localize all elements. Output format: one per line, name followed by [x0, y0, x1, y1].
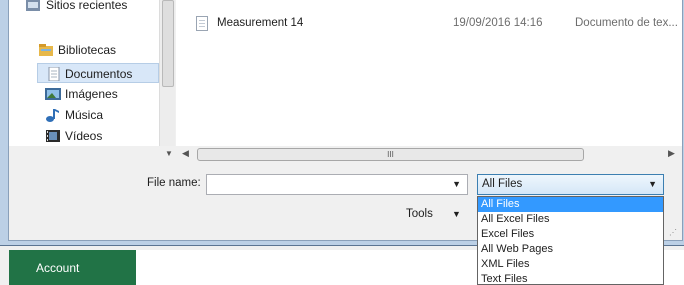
scroll-right-arrow[interactable]: ▶	[668, 148, 675, 159]
nav-item-label: Imágenes	[65, 87, 118, 101]
nav-scroll-thumb[interactable]	[162, 0, 174, 87]
filter-option[interactable]: Text Files	[478, 272, 663, 284]
navigation-pane: Sitios recientes Bibliotecas Documentos …	[9, 0, 159, 146]
nav-item-recent-places[interactable]: Sitios recientes	[19, 0, 159, 15]
libraries-icon	[39, 44, 53, 56]
pictures-icon	[45, 88, 61, 100]
text-document-icon	[196, 16, 208, 31]
nav-vertical-scrollbar[interactable]	[159, 0, 175, 146]
resize-grip-icon[interactable]: ⋰	[669, 228, 677, 237]
file-type: Documento de tex...	[575, 17, 678, 29]
account-menu-item[interactable]: Account	[36, 261, 79, 275]
file-name-label: File name:	[147, 177, 201, 189]
recent-places-icon	[26, 0, 40, 11]
filter-option[interactable]: All Files	[478, 197, 663, 212]
tools-button[interactable]: Tools	[406, 208, 433, 220]
file-list-horizontal-scrollbar[interactable]: ◀ III ▶	[176, 146, 682, 163]
file-date: 19/09/2016 14:16	[453, 17, 543, 29]
nav-item-label: Bibliotecas	[58, 43, 117, 57]
nav-item-documents[interactable]: Documentos	[37, 63, 159, 83]
file-type-filter-select[interactable]: All Files ▼	[477, 174, 664, 195]
nav-item-label: Vídeos	[65, 129, 103, 143]
nav-item-label: Documentos	[65, 67, 133, 81]
filter-option[interactable]: All Web Pages	[478, 242, 663, 257]
nav-item-label: Sitios recientes	[46, 0, 128, 12]
file-name-input[interactable]: ▼	[206, 174, 468, 195]
music-icon	[46, 109, 59, 122]
nav-item-music[interactable]: Música	[9, 105, 159, 125]
scroll-left-arrow[interactable]: ◀	[182, 148, 189, 159]
videos-icon	[46, 130, 60, 142]
nav-item-pictures[interactable]: Imágenes	[9, 84, 159, 104]
file-type-filter-value: All Files	[482, 178, 523, 190]
hscroll-thumb[interactable]: III	[197, 148, 584, 161]
file-row[interactable]: Measurement 14 19/09/2016 14:16 Document…	[176, 14, 682, 34]
filter-option[interactable]: All Excel Files	[478, 212, 663, 227]
documents-icon	[48, 67, 60, 81]
chevron-down-icon[interactable]: ▼	[452, 209, 461, 219]
file-name: Measurement 14	[217, 17, 304, 29]
filter-option[interactable]: XML Files	[478, 257, 663, 272]
file-list: Measurement 14 19/09/2016 14:16 Document…	[176, 0, 682, 146]
file-type-dropdown-list: All Files All Excel Files Excel Files Al…	[477, 196, 664, 285]
chevron-down-icon[interactable]: ▼	[648, 179, 657, 189]
backstage-sidebar: Account	[9, 250, 136, 285]
nav-item-videos[interactable]: Vídeos	[9, 126, 159, 146]
filter-option[interactable]: Excel Files	[478, 227, 663, 242]
nav-item-libraries[interactable]: Bibliotecas	[9, 40, 159, 60]
nav-scroll-down-arrow[interactable]: ▼	[165, 149, 173, 158]
nav-item-label: Música	[65, 108, 104, 122]
chevron-down-icon[interactable]: ▼	[452, 179, 461, 189]
